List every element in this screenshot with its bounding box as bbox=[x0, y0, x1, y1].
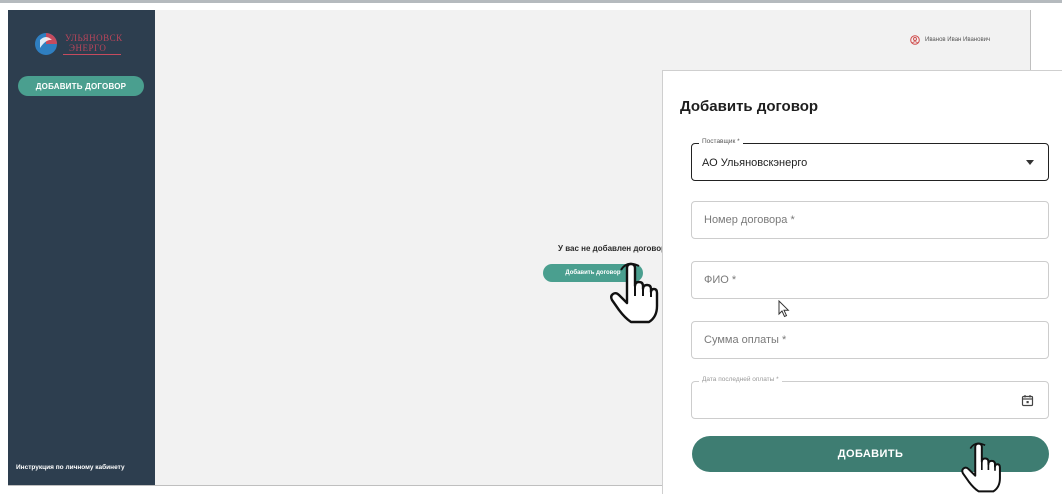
contract-number-field[interactable]: Номер договора * bbox=[691, 201, 1049, 239]
instructions-link[interactable]: Инструкция по личному кабинету bbox=[16, 464, 146, 471]
logo-text-line1: УЛЬЯНОВСК bbox=[65, 33, 123, 43]
hand-pointer-icon bbox=[610, 262, 659, 324]
sidebar: УЛЬЯНОВСК ЭНЕРГО ДОБАВИТЬ ДОГОВОР Инстру… bbox=[8, 10, 155, 485]
sidebar-add-contract-button[interactable]: ДОБАВИТЬ ДОГОВОР bbox=[18, 76, 144, 96]
logo-text-line2: ЭНЕРГО bbox=[69, 43, 107, 53]
user-name: Иванов Иван Иванович bbox=[925, 37, 991, 43]
payment-amount-field[interactable]: Сумма оплаты * bbox=[691, 321, 1049, 359]
mouse-cursor-icon bbox=[778, 300, 790, 318]
logo-icon bbox=[35, 33, 57, 55]
user-menu[interactable]: Иванов Иван Иванович bbox=[910, 35, 990, 45]
calendar-icon[interactable] bbox=[1021, 394, 1034, 407]
top-border-strip bbox=[0, 0, 1062, 3]
full-name-field[interactable]: ФИО * bbox=[691, 261, 1049, 299]
logo-underline bbox=[63, 54, 121, 55]
add-contract-dialog: Добавить договор Поставщик * АО Ульяновс… bbox=[662, 70, 1062, 494]
contract-number-placeholder: Номер договора * bbox=[704, 214, 795, 226]
full-name-placeholder: ФИО * bbox=[704, 274, 737, 286]
supplier-select[interactable]: Поставщик * АО Ульяновскэнерго bbox=[691, 138, 1049, 181]
user-icon bbox=[910, 35, 920, 45]
dialog-title: Добавить договор bbox=[680, 98, 819, 115]
hand-pointer-icon bbox=[961, 442, 1001, 493]
supplier-label: Поставщик * bbox=[699, 138, 743, 145]
brand-logo: УЛЬЯНОВСК ЭНЕРГО bbox=[32, 28, 142, 62]
logo-text: УЛЬЯНОВСК ЭНЕРГО bbox=[65, 34, 123, 53]
last-payment-date-field[interactable]: Дата последней оплаты * bbox=[691, 376, 1049, 419]
top-border bbox=[0, 0, 1062, 8]
supplier-value: АО Ульяновскэнерго bbox=[702, 157, 808, 169]
payment-amount-placeholder: Сумма оплаты * bbox=[704, 334, 787, 346]
chevron-down-icon[interactable] bbox=[1026, 160, 1034, 165]
empty-state-message: У вас не добавлен договор bbox=[558, 244, 666, 253]
last-payment-date-label: Дата последней оплаты * bbox=[699, 376, 782, 383]
